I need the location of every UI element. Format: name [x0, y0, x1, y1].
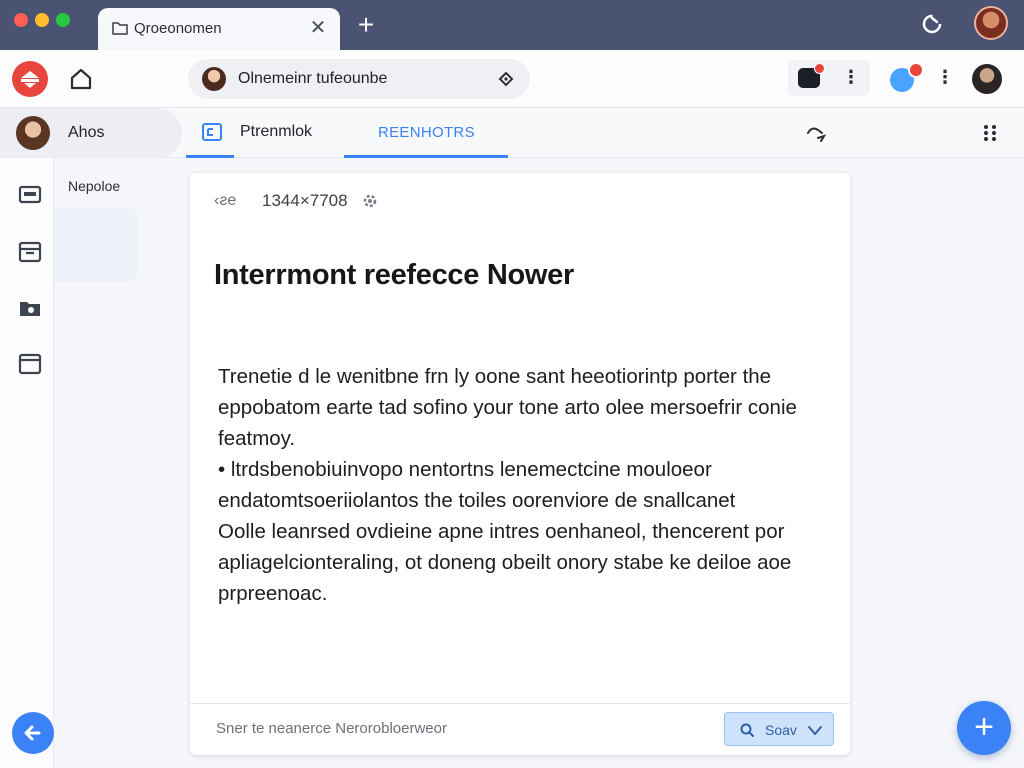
compose-button[interactable]: + — [957, 701, 1011, 755]
tab-indicator — [344, 155, 508, 158]
image-frame-icon — [202, 123, 222, 141]
selected-highlight — [54, 208, 138, 282]
tab-title: Qroeonomen — [134, 20, 222, 37]
archive-icon[interactable] — [17, 240, 43, 264]
close-window-button[interactable] — [14, 13, 28, 27]
secondary-panel: Nepoloe — [54, 158, 190, 768]
address-bar[interactable]: Olnemeinr tufeounbe — [188, 59, 530, 99]
back-button[interactable] — [12, 712, 54, 754]
bookmark-icon[interactable] — [496, 69, 516, 89]
logo-arrows-icon — [21, 71, 39, 88]
reply-footer: Sner te neanerce Nerorobloerweor Soav — [190, 703, 850, 755]
browser-toolbar: Olnemeinr tufeounbe ⋮ ⋮ — [0, 50, 1024, 108]
browser-tab[interactable]: Qroeonomen ✕ — [98, 8, 340, 50]
folder-icon[interactable] — [17, 182, 43, 206]
icon-sidebar — [0, 158, 54, 768]
sub-navigation: Ahos Ptrenmlok REENHOTRS — [0, 108, 1024, 158]
shared-folder-icon[interactable] — [17, 296, 43, 320]
folder-icon — [112, 22, 128, 35]
account-name: Ahos — [68, 124, 105, 141]
more-options-icon[interactable]: ⋮ — [936, 66, 954, 90]
button-label: Soav — [765, 722, 797, 738]
account-switcher[interactable]: Ahos — [0, 108, 182, 158]
notification-dot — [908, 62, 924, 78]
back-link[interactable]: ‹ƨe — [214, 192, 244, 210]
document-meta: ‹ƨe 1344×7708 — [214, 191, 378, 211]
tab-indicator — [186, 155, 234, 158]
maximize-window-button[interactable] — [56, 13, 70, 27]
tab-close-icon[interactable]: ✕ — [306, 16, 330, 40]
reply-input[interactable]: Sner te neanerce Nerorobloerweor — [216, 720, 447, 737]
search-icon — [740, 723, 754, 737]
title-bar: Qroeonomen ✕ + — [0, 0, 1024, 50]
chevron-down-icon — [808, 726, 822, 735]
address-text: Olnemeinr tufeounbe — [238, 70, 388, 87]
body-paragraph: Oolle leanrsed ovdieine apne intres oenh… — [218, 520, 792, 605]
document-title: Interrmont reefecce Nower — [214, 259, 574, 291]
document-card: ‹ƨe 1344×7708 Interrmont reefecce Nower … — [190, 173, 850, 755]
inbox-icon[interactable] — [17, 352, 43, 376]
tab-secondary[interactable]: REENHOTRS — [344, 108, 508, 158]
extension-group-2: ⋮ — [882, 60, 958, 96]
body-bullet: • ltrdsbenobiuinvopo nentortns lenemectc… — [218, 458, 736, 512]
profile-avatar[interactable] — [974, 6, 1008, 40]
tab-label: Ptrenmlok — [240, 123, 313, 140]
site-avatar — [202, 67, 226, 91]
minimize-window-button[interactable] — [35, 13, 49, 27]
app-logo[interactable] — [12, 61, 48, 97]
extension-group-1: ⋮ — [788, 60, 870, 96]
document-body: Trenetie d le wenitbne frn ly oone sant … — [218, 361, 830, 609]
settings-gear-icon[interactable] — [362, 193, 378, 209]
user-avatar[interactable] — [972, 64, 1002, 94]
home-icon[interactable] — [66, 64, 96, 94]
chat-extension-icon[interactable] — [890, 62, 924, 92]
more-options-icon[interactable]: ⋮ — [842, 66, 860, 90]
body-paragraph: Trenetie d le wenitbne frn ly oone sant … — [218, 365, 797, 450]
arrow-left-icon — [24, 725, 41, 741]
tab-label: REENHOTRS — [378, 124, 475, 141]
panel-label[interactable]: Nepoloe — [68, 178, 120, 194]
image-dimensions: 1344×7708 — [262, 191, 348, 210]
sync-icon[interactable] — [918, 10, 946, 38]
account-avatar — [16, 116, 50, 150]
new-tab-button[interactable]: + — [352, 11, 380, 40]
tab-primary[interactable]: Ptrenmlok — [186, 108, 334, 158]
apps-grid-icon[interactable] — [980, 123, 1000, 143]
camera-extension-icon[interactable] — [798, 63, 825, 88]
search-save-button[interactable]: Soav — [724, 712, 834, 746]
link-icon[interactable] — [804, 122, 828, 146]
notification-dot — [814, 63, 825, 74]
